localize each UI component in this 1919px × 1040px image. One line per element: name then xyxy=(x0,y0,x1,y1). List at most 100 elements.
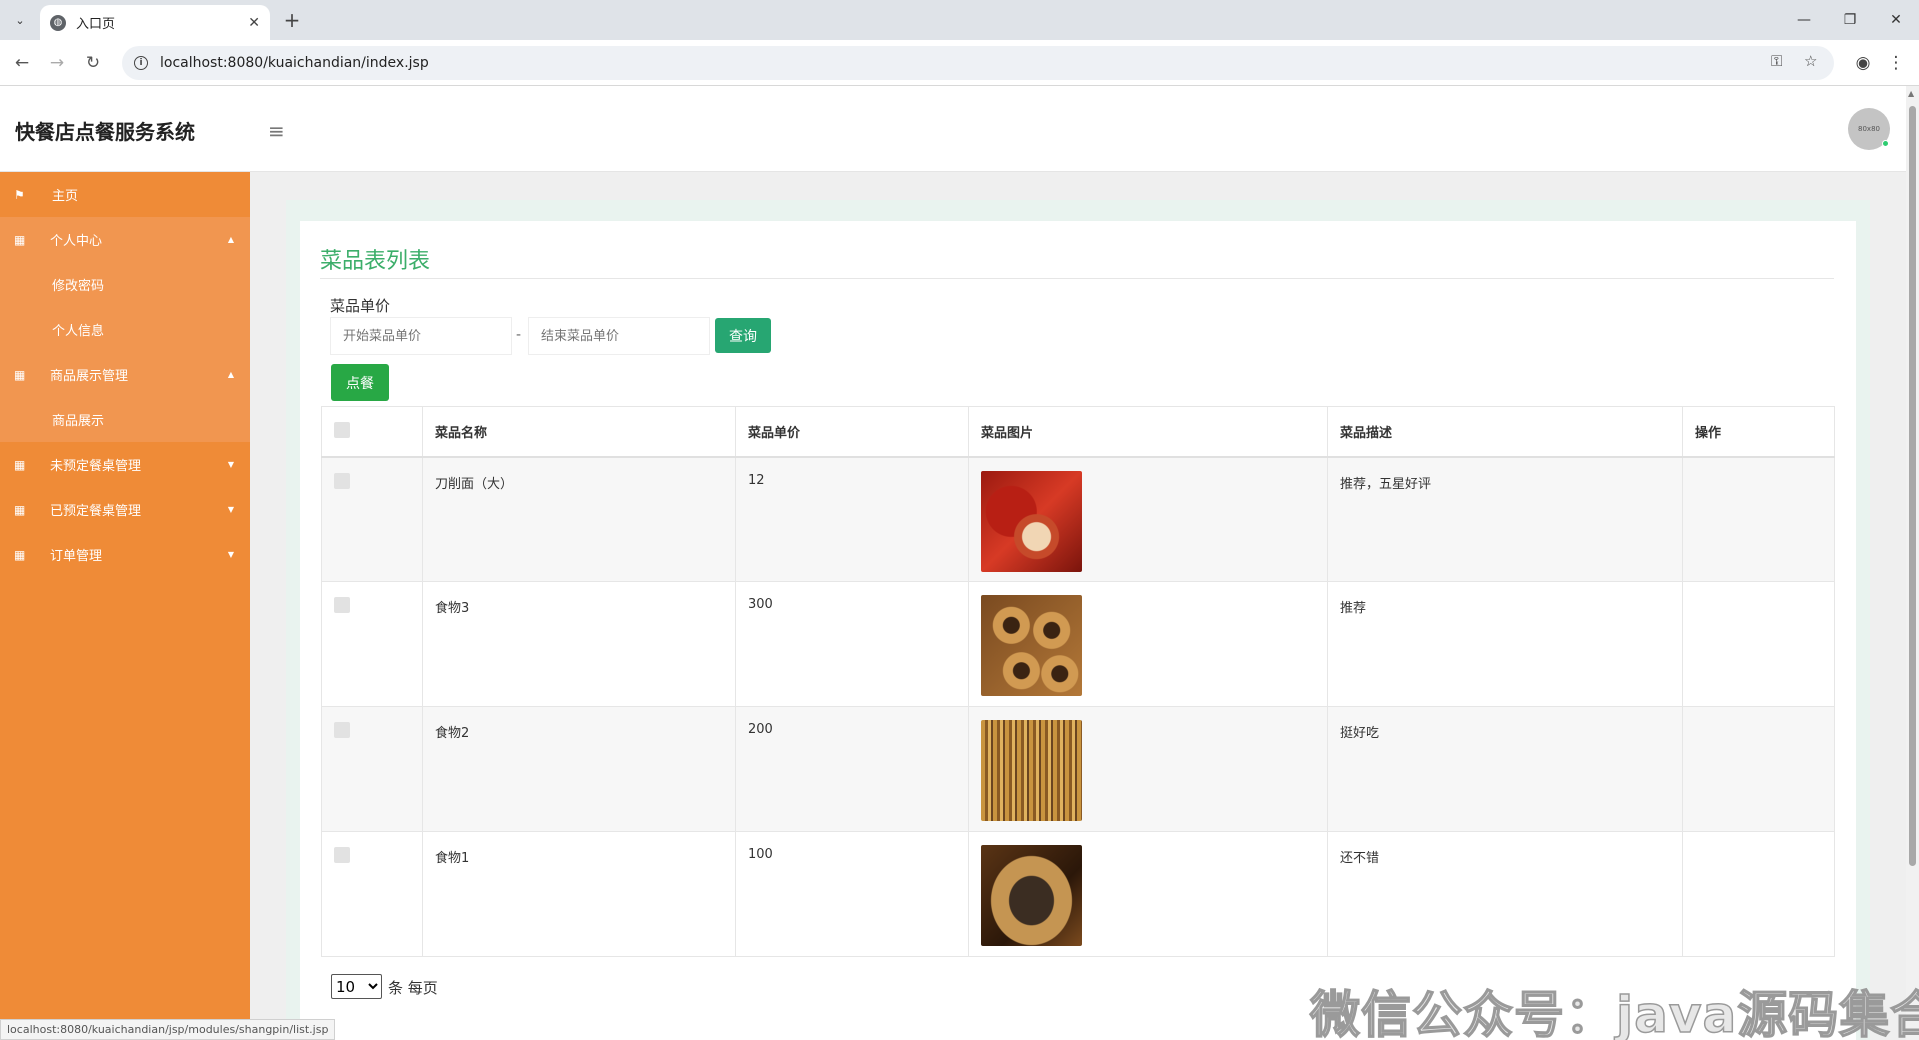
page-title: 菜品表列表 xyxy=(320,249,431,274)
sidebar-item-goods-display[interactable]: 商品展示 xyxy=(0,397,250,442)
column-header: 菜品图片 xyxy=(968,406,1328,458)
sidebar-item-goods-display-management[interactable]: ▦ 商品展示管理 ▲ xyxy=(0,352,250,397)
globe-icon: ◍ xyxy=(50,14,66,31)
grid-icon: ▦ xyxy=(14,457,26,472)
table-row: 食物1 100 还不错 xyxy=(321,831,1835,957)
more-menu-icon[interactable]: ⋮ xyxy=(1885,52,1907,74)
account-icon[interactable]: ◉ xyxy=(1852,52,1874,74)
dish-description: 还不错 xyxy=(1327,831,1683,957)
restore-icon[interactable]: ❐ xyxy=(1827,0,1873,40)
sidebar-item-unreserved-tables[interactable]: ▦ 未预定餐桌管理 ▼ xyxy=(0,442,250,487)
dish-image-cell xyxy=(968,456,1328,582)
table-row: 食物2 200 挺好吃 xyxy=(321,706,1835,832)
dish-image xyxy=(981,720,1082,821)
sidebar-item-orders[interactable]: ▦ 订单管理 ▼ xyxy=(0,532,250,577)
start-price-input[interactable] xyxy=(330,317,512,355)
caret-up-icon: ▲ xyxy=(227,370,234,379)
search-button[interactable]: 查询 xyxy=(715,318,771,353)
reload-icon[interactable]: ↻ xyxy=(82,52,104,74)
caret-down-icon: ▼ xyxy=(227,550,234,559)
site-info-icon[interactable]: i xyxy=(134,56,148,70)
sidebar-item-label: 商品展示管理 xyxy=(50,369,129,384)
row-select-cell xyxy=(321,706,423,832)
column-header: 菜品单价 xyxy=(735,406,969,458)
dish-name: 刀削面（大） xyxy=(422,456,736,582)
new-tab-icon[interactable]: + xyxy=(280,8,304,32)
app-header: 快餐店点餐服务系统 ≡ 80x80 xyxy=(0,86,1906,172)
page-scrollbar[interactable]: ▲ xyxy=(1906,86,1919,1040)
row-select-cell xyxy=(321,831,423,957)
dish-description: 挺好吃 xyxy=(1327,706,1683,832)
close-tab-icon[interactable]: ✕ xyxy=(248,15,260,31)
order-button[interactable]: 点餐 xyxy=(331,364,389,401)
avatar-placeholder-text: 80x80 xyxy=(1858,125,1880,133)
sidebar-item-label: 修改密码 xyxy=(52,279,105,294)
online-status-dot xyxy=(1882,140,1889,147)
dish-image-cell xyxy=(968,581,1328,707)
dish-price: 100 xyxy=(735,831,969,957)
sidebar-item-change-password[interactable]: 修改密码 xyxy=(0,262,250,307)
sidebar-item-label: 个人中心 xyxy=(50,234,103,249)
page-size-select[interactable]: 10 xyxy=(331,974,382,999)
browser-tab[interactable]: ◍ 入口页 ✕ xyxy=(40,5,270,40)
dish-image xyxy=(981,595,1082,696)
row-checkbox[interactable] xyxy=(334,847,350,863)
sidebar-item-label: 未预定餐桌管理 xyxy=(50,459,142,474)
row-checkbox[interactable] xyxy=(334,722,350,738)
minimize-icon[interactable]: — xyxy=(1781,0,1827,40)
sidebar-item-label: 已预定餐桌管理 xyxy=(50,504,142,519)
sidebar-item-label: 商品展示 xyxy=(52,414,105,429)
column-header: 操作 xyxy=(1682,406,1835,458)
dish-image xyxy=(981,470,1082,572)
actions-cell xyxy=(1682,581,1835,707)
bookmark-star-icon[interactable]: ☆ xyxy=(1804,52,1817,70)
dish-image-cell xyxy=(968,706,1328,832)
caret-up-icon: ▲ xyxy=(227,235,234,244)
select-all-checkbox[interactable] xyxy=(334,422,350,439)
table-row: 食物3 300 推荐 xyxy=(321,581,1835,707)
dish-price: 200 xyxy=(735,706,969,832)
row-checkbox[interactable] xyxy=(334,597,350,613)
dish-description: 推荐，五星好评 xyxy=(1327,456,1683,582)
dish-image xyxy=(981,845,1082,946)
range-separator: - xyxy=(516,327,522,343)
column-header: 菜品名称 xyxy=(422,406,736,458)
sidebar-item-personal-center[interactable]: ▦ 个人中心 ▲ xyxy=(0,217,250,262)
address-bar[interactable]: i localhost:8080/kuaichandian/index.jsp xyxy=(122,46,1834,80)
actions-cell xyxy=(1682,456,1835,582)
scroll-up-arrow-icon[interactable]: ▲ xyxy=(1908,89,1914,98)
page-size-label: 条 每页 xyxy=(388,979,438,997)
key-icon[interactable]: ⚿ xyxy=(1771,52,1782,70)
scrollbar-thumb[interactable] xyxy=(1909,106,1916,866)
grid-icon: ▦ xyxy=(14,502,26,517)
row-checkbox[interactable] xyxy=(334,472,350,489)
tab-title: 入口页 xyxy=(76,17,116,32)
caret-down-icon: ▼ xyxy=(227,505,234,514)
watermark-text: 微信公众号：java源码集合 xyxy=(1309,985,1919,1040)
dish-image-cell xyxy=(968,831,1328,957)
window-close-icon[interactable]: ✕ xyxy=(1873,0,1919,40)
sidebar-item-label: 主页 xyxy=(52,189,79,204)
dish-table: 菜品名称 菜品单价 菜品图片 菜品描述 操作 刀削面（大） 12 推荐，五星好评… xyxy=(321,406,1835,957)
address-url[interactable]: localhost:8080/kuaichandian/index.jsp xyxy=(160,55,429,71)
browser-toolbar: ← → ↻ i localhost:8080/kuaichandian/inde… xyxy=(0,40,1919,86)
sidebar-item-home[interactable]: ⚑ 主页 xyxy=(0,172,250,217)
tab-search-chevron-icon[interactable]: ⌄ xyxy=(8,8,32,32)
row-select-cell xyxy=(321,581,423,707)
row-select-cell xyxy=(321,456,423,582)
table-row: 刀削面（大） 12 推荐，五星好评 xyxy=(321,456,1835,582)
flag-icon: ⚑ xyxy=(14,187,25,202)
hamburger-menu-icon[interactable]: ≡ xyxy=(268,119,285,143)
forward-arrow-icon[interactable]: → xyxy=(46,52,68,74)
sidebar-item-personal-info[interactable]: 个人信息 xyxy=(0,307,250,352)
caret-down-icon: ▼ xyxy=(227,460,234,469)
dish-name: 食物2 xyxy=(422,706,736,832)
sidebar: ⚑ 主页 ▦ 个人中心 ▲ 修改密码 个人信息 ▦ 商品展示管理 ▲ 商品展示 … xyxy=(0,172,250,1040)
back-arrow-icon[interactable]: ← xyxy=(11,52,33,74)
avatar[interactable]: 80x80 xyxy=(1848,108,1890,150)
column-header: 菜品描述 xyxy=(1327,406,1683,458)
end-price-input[interactable] xyxy=(528,317,710,355)
actions-cell xyxy=(1682,831,1835,957)
sidebar-item-reserved-tables[interactable]: ▦ 已预定餐桌管理 ▼ xyxy=(0,487,250,532)
sidebar-item-label: 个人信息 xyxy=(52,324,105,339)
